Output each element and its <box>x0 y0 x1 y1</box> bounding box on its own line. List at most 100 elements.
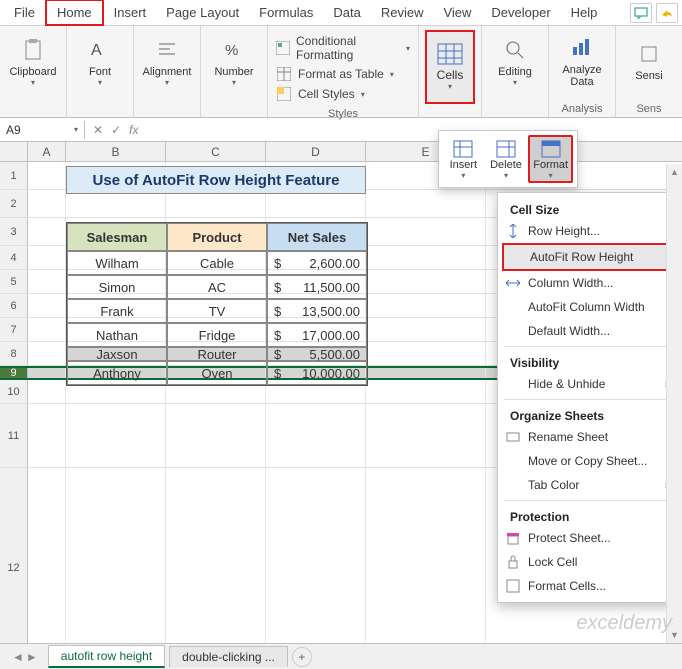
insert-cells-button[interactable]: Insert▾ <box>443 135 484 183</box>
row-header[interactable]: 10 <box>0 380 28 403</box>
col-header-d[interactable]: D <box>266 142 366 161</box>
delete-icon <box>495 139 517 159</box>
search-icon <box>501 36 529 64</box>
col-header-b[interactable]: B <box>66 142 166 161</box>
font-button[interactable]: A Font ▾ <box>73 30 127 92</box>
lock-icon <box>506 555 520 569</box>
menu-autofit-column-width[interactable]: AutoFit Column Width <box>498 295 680 319</box>
chevron-down-icon: ▾ <box>165 78 169 87</box>
font-icon: A <box>86 36 114 64</box>
row-header[interactable]: 8 <box>0 342 28 365</box>
chevron-right-icon[interactable]: ► <box>26 650 38 664</box>
row-header[interactable]: 4 <box>0 246 28 269</box>
menu-move-copy-sheet[interactable]: Move or Copy Sheet... <box>498 449 680 473</box>
menu-row-height[interactable]: Row Height... <box>498 219 680 243</box>
group-alignment: Alignment ▾ <box>134 26 201 117</box>
conditional-formatting-button[interactable]: Conditional Formatting ▾ <box>276 34 410 62</box>
tab-developer[interactable]: Developer <box>481 1 560 24</box>
number-button[interactable]: % Number ▾ <box>207 30 261 92</box>
row-header[interactable]: 6 <box>0 294 28 317</box>
menu-column-width[interactable]: Column Width... <box>498 271 680 295</box>
header-salesman[interactable]: Salesman <box>67 223 167 251</box>
tab-home[interactable]: Home <box>45 0 104 26</box>
header-netsales[interactable]: Net Sales <box>267 223 367 251</box>
analyze-data-button[interactable]: Analyze Data <box>555 30 609 92</box>
analysis-group-label: Analysis <box>562 101 603 115</box>
vertical-scrollbar[interactable]: ▲ ▼ <box>666 164 682 643</box>
sensitivity-button[interactable]: Sensi <box>622 30 676 92</box>
menu-autofit-row-height[interactable]: AutoFit Row Height <box>502 243 676 271</box>
row-header[interactable]: 1 <box>0 162 28 189</box>
chevron-down-icon: ▾ <box>448 82 452 91</box>
menu-lock-cell[interactable]: Lock Cell <box>498 550 680 574</box>
row-header[interactable]: 3 <box>0 218 28 245</box>
menu-protect-sheet[interactable]: Protect Sheet... <box>498 526 680 550</box>
editing-button[interactable]: Editing ▾ <box>488 30 542 92</box>
alignment-button[interactable]: Alignment ▾ <box>140 30 194 92</box>
accept-formula-icon[interactable]: ✓ <box>111 123 121 137</box>
format-cells-button[interactable]: Format▾ <box>528 135 573 183</box>
row-header[interactable]: 12 <box>0 468 28 667</box>
row-header[interactable]: 2 <box>0 190 28 217</box>
section-visibility: Visibility <box>498 350 680 372</box>
menu-default-width[interactable]: Default Width... <box>498 319 680 343</box>
cells-button[interactable]: Cells ▾ <box>425 30 475 104</box>
tab-insert[interactable]: Insert <box>104 1 157 24</box>
chevron-down-icon: ▾ <box>98 78 102 87</box>
scroll-up-icon[interactable]: ▲ <box>667 164 682 180</box>
tab-data[interactable]: Data <box>323 1 370 24</box>
chevron-down-icon: ▾ <box>74 125 78 134</box>
name-box[interactable]: A9 ▾ <box>0 121 85 139</box>
row-header[interactable]: 7 <box>0 318 28 341</box>
menu-hide-unhide[interactable]: Hide & Unhide› <box>498 372 680 396</box>
header-product[interactable]: Product <box>167 223 267 251</box>
comments-button[interactable] <box>630 3 652 23</box>
tab-view[interactable]: View <box>433 1 481 24</box>
col-header-a[interactable]: A <box>28 142 66 161</box>
row-header[interactable]: 11 <box>0 404 28 467</box>
format-icon <box>540 139 562 159</box>
cancel-formula-icon[interactable]: ✕ <box>93 123 103 137</box>
ribbon: Clipboard ▾ A Font ▾ Alignment ▾ % Numbe… <box>0 26 682 118</box>
group-sensitivity: Sensi Sens <box>616 26 682 117</box>
row-header-selected[interactable]: 9 <box>0 368 28 378</box>
clipboard-button[interactable]: Clipboard ▾ <box>6 30 60 92</box>
col-header-c[interactable]: C <box>166 142 266 161</box>
percent-icon: % <box>220 36 248 64</box>
table-cell[interactable]: Wilham <box>67 251 167 275</box>
insert-label: Insert <box>450 159 478 171</box>
menu-format-cells[interactable]: Format Cells... <box>498 574 680 598</box>
cell[interactable] <box>28 162 66 189</box>
sheet-tab[interactable]: double-clicking ... <box>169 646 288 667</box>
group-styles: Conditional Formatting ▾ Format as Table… <box>268 26 419 117</box>
menu-rename-sheet[interactable]: Rename Sheet <box>498 425 680 449</box>
chevron-left-icon[interactable]: ◄ <box>12 650 24 664</box>
format-as-table-button[interactable]: Format as Table ▾ <box>276 66 410 82</box>
format-label: Format <box>533 159 568 171</box>
cell-styles-button[interactable]: Cell Styles ▾ <box>276 86 410 102</box>
name-box-value: A9 <box>6 123 21 137</box>
add-sheet-button[interactable]: + <box>292 647 312 667</box>
tab-file[interactable]: File <box>4 1 45 24</box>
row-header[interactable]: 5 <box>0 270 28 293</box>
cell-styles-label: Cell Styles <box>298 87 355 101</box>
tab-review[interactable]: Review <box>371 1 434 24</box>
sheet-nav[interactable]: ◄► <box>6 650 44 664</box>
tab-help[interactable]: Help <box>561 1 608 24</box>
group-analysis: Analyze Data Analysis <box>549 26 616 117</box>
group-cells: Cells ▾ <box>419 26 482 117</box>
tab-formulas[interactable]: Formulas <box>249 1 323 24</box>
font-label: Font <box>89 66 111 78</box>
title-cell[interactable]: Use of AutoFit Row Height Feature <box>66 166 366 194</box>
menu-tab-color[interactable]: Tab Color› <box>498 473 680 497</box>
delete-cells-button[interactable]: Delete▾ <box>486 135 527 183</box>
select-all-corner[interactable] <box>0 142 28 161</box>
formula-input[interactable] <box>146 128 682 132</box>
fx-icon[interactable]: fx <box>129 123 138 137</box>
section-organize-sheets: Organize Sheets <box>498 403 680 425</box>
conditional-label: Conditional Formatting <box>296 34 400 62</box>
share-button[interactable] <box>656 3 678 23</box>
tab-page-layout[interactable]: Page Layout <box>156 1 249 24</box>
sheet-tab-active[interactable]: autofit row height <box>48 645 165 668</box>
column-headers: A B C D E <box>0 142 682 162</box>
